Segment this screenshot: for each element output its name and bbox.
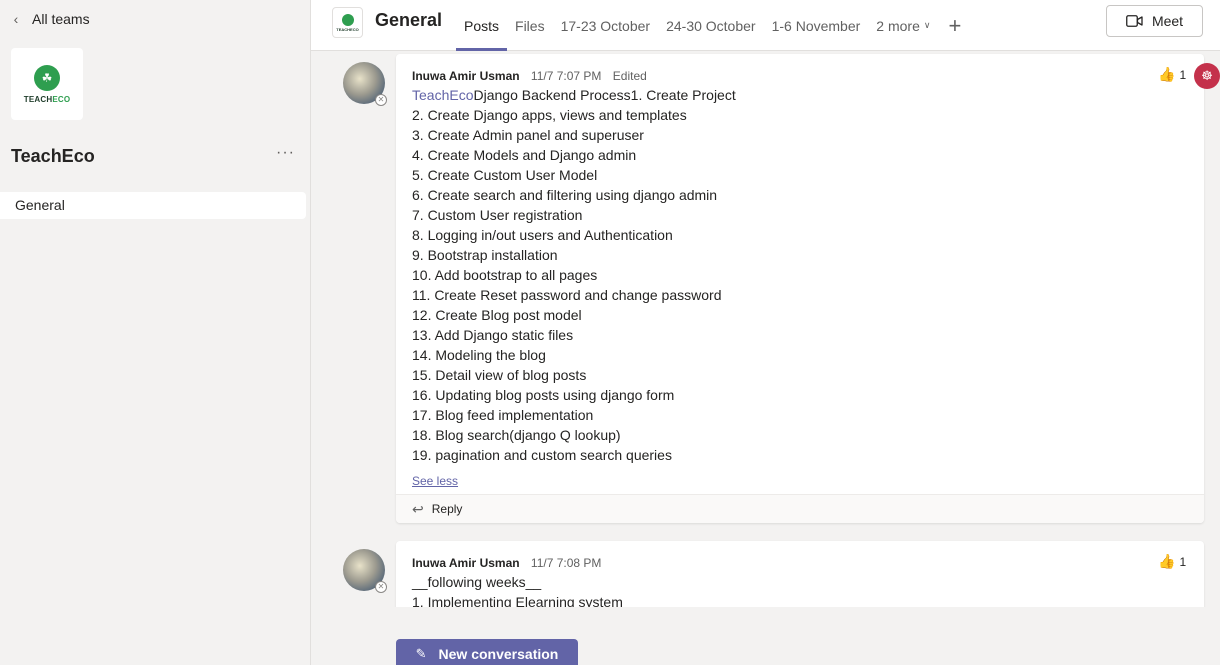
post-line: 14. Modeling the blog bbox=[412, 347, 546, 363]
reaction-count: 1 bbox=[1179, 67, 1187, 82]
post-line: 17. Blog feed implementation bbox=[412, 407, 594, 423]
post-line: 18. Blog search(django Q lookup) bbox=[412, 427, 621, 443]
add-tab-icon[interactable]: + bbox=[938, 0, 971, 51]
posts-feed: ✕ Inuwa Amir Usman 11/7 7:07 PM Edited 👍… bbox=[311, 52, 1220, 607]
channel-icon: TEACHECO bbox=[332, 7, 363, 38]
post-meta: Inuwa Amir Usman 11/7 7:07 PM Edited bbox=[412, 69, 647, 83]
post-line: 12. Create Blog post model bbox=[412, 307, 582, 323]
post-card: Inuwa Amir Usman 11/7 7:08 PM 👍 1 __foll… bbox=[396, 541, 1204, 607]
channel-icon-text: TEACHECO bbox=[336, 26, 359, 32]
reply-button[interactable]: ↩ Reply bbox=[396, 494, 1204, 523]
team-mention[interactable]: TeachEco bbox=[412, 87, 473, 103]
thumbs-up-icon: 👍 bbox=[1158, 553, 1176, 569]
like-reaction[interactable]: 👍 1 bbox=[1158, 66, 1186, 83]
tab-24-30-october[interactable]: 24-30 October bbox=[658, 0, 764, 51]
more-tabs-label: 2 more bbox=[876, 17, 920, 34]
post-line: 3. Create Admin panel and superuser bbox=[412, 127, 644, 143]
channel-title: General bbox=[375, 10, 443, 30]
post-line: 5. Create Custom User Model bbox=[412, 167, 598, 183]
post-author[interactable]: Inuwa Amir Usman bbox=[412, 556, 520, 570]
post-line: 10. Add bootstrap to all pages bbox=[412, 267, 598, 283]
channel-item-general[interactable]: General bbox=[0, 192, 306, 219]
status-offline-icon: ✕ bbox=[375, 94, 387, 106]
post-line: 6. Create search and filtering using dja… bbox=[412, 187, 718, 203]
post-line: 9. Bootstrap installation bbox=[412, 247, 558, 263]
new-conversation-button[interactable]: ✎ New conversation bbox=[396, 639, 578, 665]
reaction-count: 1 bbox=[1179, 554, 1187, 569]
tab-bar: Posts Files 17-23 October 24-30 October … bbox=[456, 0, 971, 51]
leaf-icon bbox=[341, 13, 354, 26]
post-body: __following weeks__ 1. Implementing Elea… bbox=[412, 572, 623, 607]
post-line: 1. Implementing Elearning system bbox=[412, 594, 623, 607]
compose-icon: ✎ bbox=[415, 646, 427, 661]
post-line: __following weeks__ bbox=[412, 574, 542, 590]
post-line: 19. pagination and custom search queries bbox=[412, 447, 672, 463]
tab-more-dropdown[interactable]: 2 more ∨ bbox=[868, 0, 938, 51]
see-less-link[interactable]: See less bbox=[412, 474, 458, 488]
post-card: Inuwa Amir Usman 11/7 7:07 PM Edited 👍 1… bbox=[396, 54, 1204, 523]
status-offline-icon: ✕ bbox=[375, 581, 387, 593]
tab-1-6-november[interactable]: 1-6 November bbox=[764, 0, 869, 51]
author-avatar[interactable]: ✕ bbox=[343, 62, 387, 106]
team-sidebar: ‹ All teams ☘ TEACHECO TeachEco ··· Gene… bbox=[0, 0, 311, 665]
team-name: TeachEco bbox=[11, 146, 95, 166]
post-line: 11. Create Reset password and change pas… bbox=[412, 287, 722, 303]
tab-files[interactable]: Files bbox=[507, 0, 553, 51]
all-teams-link[interactable]: ‹ All teams bbox=[10, 11, 90, 27]
channel-header: TEACHECO General Posts Files 17-23 Octob… bbox=[311, 0, 1220, 51]
post-line: 8. Logging in/out users and Authenticati… bbox=[412, 227, 673, 243]
video-camera-icon bbox=[1126, 15, 1143, 27]
all-teams-label: All teams bbox=[32, 11, 90, 27]
post-line: 13. Add Django static files bbox=[412, 327, 574, 343]
post-meta: Inuwa Amir Usman 11/7 7:08 PM bbox=[412, 556, 609, 570]
leaf-icon: ☘ bbox=[34, 64, 60, 91]
post-line: TeachEcoDjango Backend Process1. Create … bbox=[412, 87, 736, 103]
post-line: 2. Create Django apps, views and templat… bbox=[412, 107, 687, 123]
post-line: 15. Detail view of blog posts bbox=[412, 367, 587, 383]
post-body: TeachEcoDjango Backend Process1. Create … bbox=[412, 85, 736, 465]
tab-posts[interactable]: Posts bbox=[456, 0, 508, 51]
chevron-left-icon: ‹ bbox=[13, 11, 19, 27]
tab-17-23-october[interactable]: 17-23 October bbox=[553, 0, 659, 51]
post-line: 7. Custom User registration bbox=[412, 207, 583, 223]
post-time: 11/7 7:08 PM bbox=[530, 556, 602, 570]
meet-label: Meet bbox=[1151, 13, 1184, 29]
reply-arrow-icon: ↩ bbox=[412, 500, 424, 517]
post-edited-label: Edited bbox=[612, 69, 647, 83]
meet-button[interactable]: Meet bbox=[1106, 5, 1203, 37]
apps-icon[interactable]: ☸ bbox=[1194, 63, 1220, 89]
post-time: 11/7 7:07 PM bbox=[530, 69, 602, 83]
post-line: 16. Updating blog posts using django for… bbox=[412, 387, 675, 403]
like-reaction[interactable]: 👍 1 bbox=[1158, 553, 1186, 570]
thumbs-up-icon: 👍 bbox=[1158, 66, 1176, 82]
team-logo-text: TEACHECO bbox=[23, 94, 71, 104]
author-avatar[interactable]: ✕ bbox=[343, 549, 387, 593]
post-author[interactable]: Inuwa Amir Usman bbox=[412, 69, 520, 83]
team-more-options-icon[interactable]: ··· bbox=[276, 144, 295, 162]
chevron-down-icon: ∨ bbox=[923, 20, 931, 30]
post-line: 4. Create Models and Django admin bbox=[412, 147, 637, 163]
new-conversation-label: New conversation bbox=[438, 646, 559, 662]
team-logo: ☘ TEACHECO bbox=[11, 48, 83, 120]
reply-label: Reply bbox=[431, 502, 463, 516]
